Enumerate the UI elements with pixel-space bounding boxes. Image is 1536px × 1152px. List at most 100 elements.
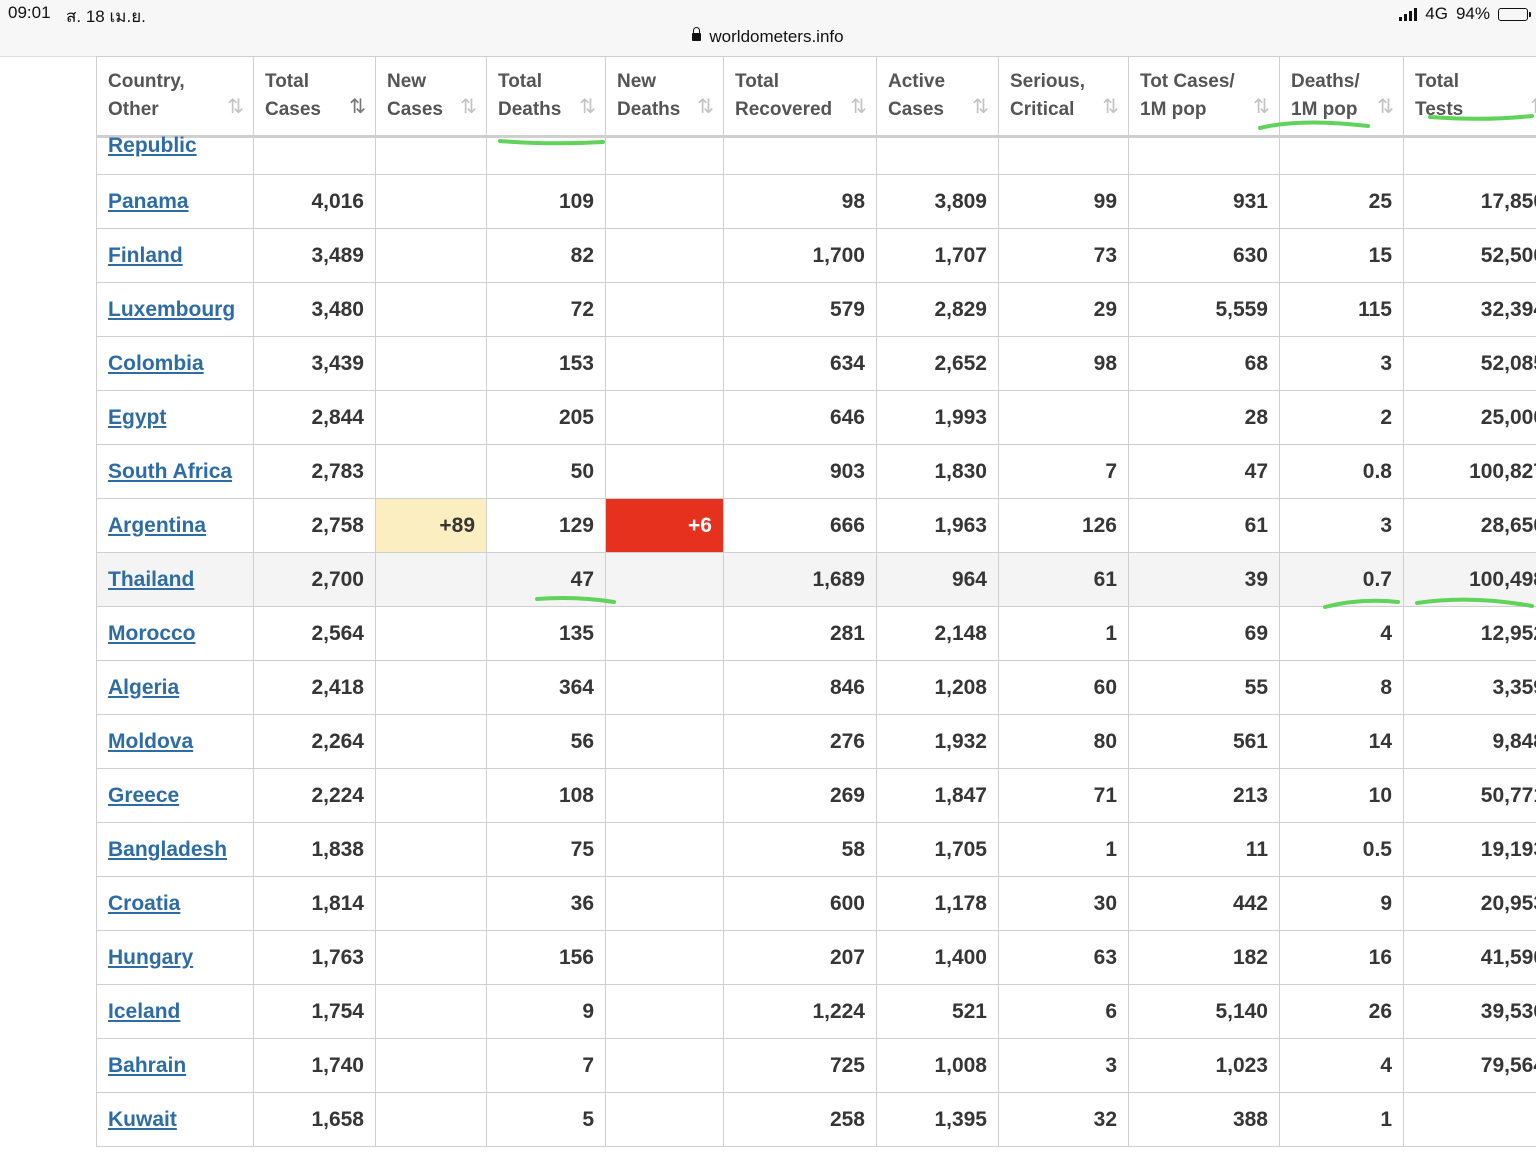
- cell-serious-critical: 1: [998, 606, 1129, 661]
- country-link[interactable]: Hungary: [108, 946, 193, 969]
- column-header-active-cases[interactable]: Active Cases ⇅: [876, 56, 999, 138]
- cell-tot-cases-per-1m: 11: [1128, 822, 1280, 877]
- cell-new-deaths: [605, 228, 724, 283]
- country-link[interactable]: Bahrain: [108, 1054, 186, 1077]
- country-link[interactable]: Algeria: [108, 676, 179, 699]
- cell-tot-cases-per-1m: 5,140: [1128, 984, 1280, 1039]
- sort-icon[interactable]: ⇅: [1102, 93, 1119, 121]
- country-link[interactable]: Moldova: [108, 730, 193, 753]
- sort-icon[interactable]: ⇅: [579, 93, 596, 121]
- sort-icon[interactable]: ⇅: [1530, 93, 1536, 121]
- country-link[interactable]: Finland: [108, 244, 183, 267]
- cell-total-tests: 32,394: [1403, 282, 1536, 337]
- cell-new-deaths: [605, 930, 724, 985]
- column-header-new-deaths[interactable]: New Deaths ⇅: [605, 56, 724, 138]
- cell-total-cases: [253, 136, 376, 175]
- column-header-total-recovered[interactable]: Total Recovered ⇅: [723, 56, 877, 138]
- cell-country: South Africa: [96, 444, 254, 499]
- cell-serious-critical: 1: [998, 822, 1129, 877]
- cell-tot-cases-per-1m: 61: [1128, 498, 1280, 553]
- cell-tot-cases-per-1m: 28: [1128, 390, 1280, 445]
- cell-total-cases: 2,783: [253, 444, 376, 499]
- cell-tot-cases-per-1m: 47: [1128, 444, 1280, 499]
- sort-icon[interactable]: ⇅: [460, 93, 477, 121]
- cell-total-deaths: 156: [486, 930, 606, 985]
- cell-deaths-per-1m: 10: [1279, 768, 1404, 823]
- country-link[interactable]: Croatia: [108, 892, 180, 915]
- cell-total-deaths: 75: [486, 822, 606, 877]
- column-header-total-tests[interactable]: Total Tests ⇅: [1403, 56, 1536, 138]
- cell-deaths-per-1m: 14: [1279, 714, 1404, 769]
- sort-icon[interactable]: ⇅: [850, 93, 867, 121]
- column-header-deaths-per-1m[interactable]: Deaths/ 1M pop ⇅: [1279, 56, 1404, 138]
- cell-total-recovered: 634: [723, 336, 877, 391]
- country-link[interactable]: Panama: [108, 190, 189, 213]
- cell-serious-critical: 63: [998, 930, 1129, 985]
- cell-total-tests: 100,827: [1403, 444, 1536, 499]
- column-header-total-deaths[interactable]: Total Deaths ⇅: [486, 56, 606, 138]
- country-link[interactable]: Thailand: [108, 568, 194, 591]
- cell-tot-cases-per-1m: 442: [1128, 876, 1280, 931]
- table-row: Republic: [96, 134, 1536, 175]
- cell-tot-cases-per-1m: 182: [1128, 930, 1280, 985]
- sort-icon[interactable]: ⇅: [349, 93, 366, 121]
- cell-active-cases: 1,208: [876, 660, 999, 715]
- country-link[interactable]: Bangladesh: [108, 838, 227, 861]
- cell-country: Luxembourg: [96, 282, 254, 337]
- cell-new-cases: [375, 136, 487, 175]
- cell-serious-critical: 7: [998, 444, 1129, 499]
- column-header-country[interactable]: Country, Other ⇅: [96, 56, 254, 138]
- date: ส. 18 เม.ย.: [66, 7, 146, 26]
- cell-total-recovered: 846: [723, 660, 877, 715]
- country-link[interactable]: South Africa: [108, 460, 232, 483]
- country-link[interactable]: Morocco: [108, 622, 196, 645]
- cell-total-deaths: 5: [486, 1092, 606, 1147]
- table-row: Colombia 3,439 153 6342,6529868352,085: [96, 336, 1536, 391]
- sort-icon[interactable]: ⇅: [1377, 93, 1394, 121]
- cell-total-deaths: 109: [486, 174, 606, 229]
- country-link[interactable]: Kuwait: [108, 1108, 177, 1131]
- cell-total-recovered: 579: [723, 282, 877, 337]
- cell-new-deaths: [605, 174, 724, 229]
- cell-total-recovered: 1,224: [723, 984, 877, 1039]
- cell-active-cases: 1,830: [876, 444, 999, 499]
- column-header-label: Country, Other: [108, 71, 185, 120]
- cell-active-cases: 1,993: [876, 390, 999, 445]
- cell-country: Iceland: [96, 984, 254, 1039]
- country-link[interactable]: Greece: [108, 784, 179, 807]
- sort-icon[interactable]: ⇅: [227, 93, 244, 121]
- country-link[interactable]: Luxembourg: [108, 298, 235, 321]
- cell-active-cases: 1,932: [876, 714, 999, 769]
- cell-total-cases: 3,480: [253, 282, 376, 337]
- cell-deaths-per-1m: 0.5: [1279, 822, 1404, 877]
- table-row: Bangladesh1,83875581,7051110.519,193: [96, 822, 1536, 877]
- column-header-new-cases[interactable]: New Cases ⇅: [375, 56, 487, 138]
- table-row: Panama 4,016 109 983,809999312517,850: [96, 174, 1536, 229]
- cell-total-deaths: [486, 136, 606, 175]
- cell-total-tests: 3,359: [1403, 660, 1536, 715]
- cell-new-cases: [375, 1092, 487, 1147]
- address-bar[interactable]: worldometers.info: [0, 27, 1536, 47]
- cell-total-cases: 2,844: [253, 390, 376, 445]
- country-link[interactable]: Iceland: [108, 1000, 180, 1023]
- country-link[interactable]: Colombia: [108, 352, 204, 375]
- cell-serious-critical: 98: [998, 336, 1129, 391]
- table-row: Argentina 2,758 +89 129 +6 666 1,963 126 61 3 28,6…: [96, 498, 1536, 553]
- sort-icon[interactable]: ⇅: [972, 93, 989, 121]
- country-link[interactable]: Argentina: [108, 514, 206, 537]
- lock-icon: [692, 27, 702, 41]
- cell-new-deaths: [605, 984, 724, 1039]
- country-link[interactable]: Egypt: [108, 406, 166, 429]
- column-header-total-cases[interactable]: Total Cases ⇅: [253, 56, 376, 138]
- column-header-tot-cases-per-1m[interactable]: Tot Cases/ 1M pop ⇅: [1128, 56, 1280, 138]
- sort-icon[interactable]: ⇅: [697, 93, 714, 121]
- cell-active-cases: 1,400: [876, 930, 999, 985]
- cell-country: Greece: [96, 768, 254, 823]
- sort-icon[interactable]: ⇅: [1253, 93, 1270, 121]
- cell-tot-cases-per-1m: 55: [1128, 660, 1280, 715]
- column-header-serious-critical[interactable]: Serious, Critical ⇅: [998, 56, 1129, 138]
- country-link[interactable]: Republic: [108, 134, 197, 157]
- cell-new-cases: [375, 876, 487, 931]
- cell-new-deaths: [605, 660, 724, 715]
- cell-deaths-per-1m: [1279, 136, 1404, 175]
